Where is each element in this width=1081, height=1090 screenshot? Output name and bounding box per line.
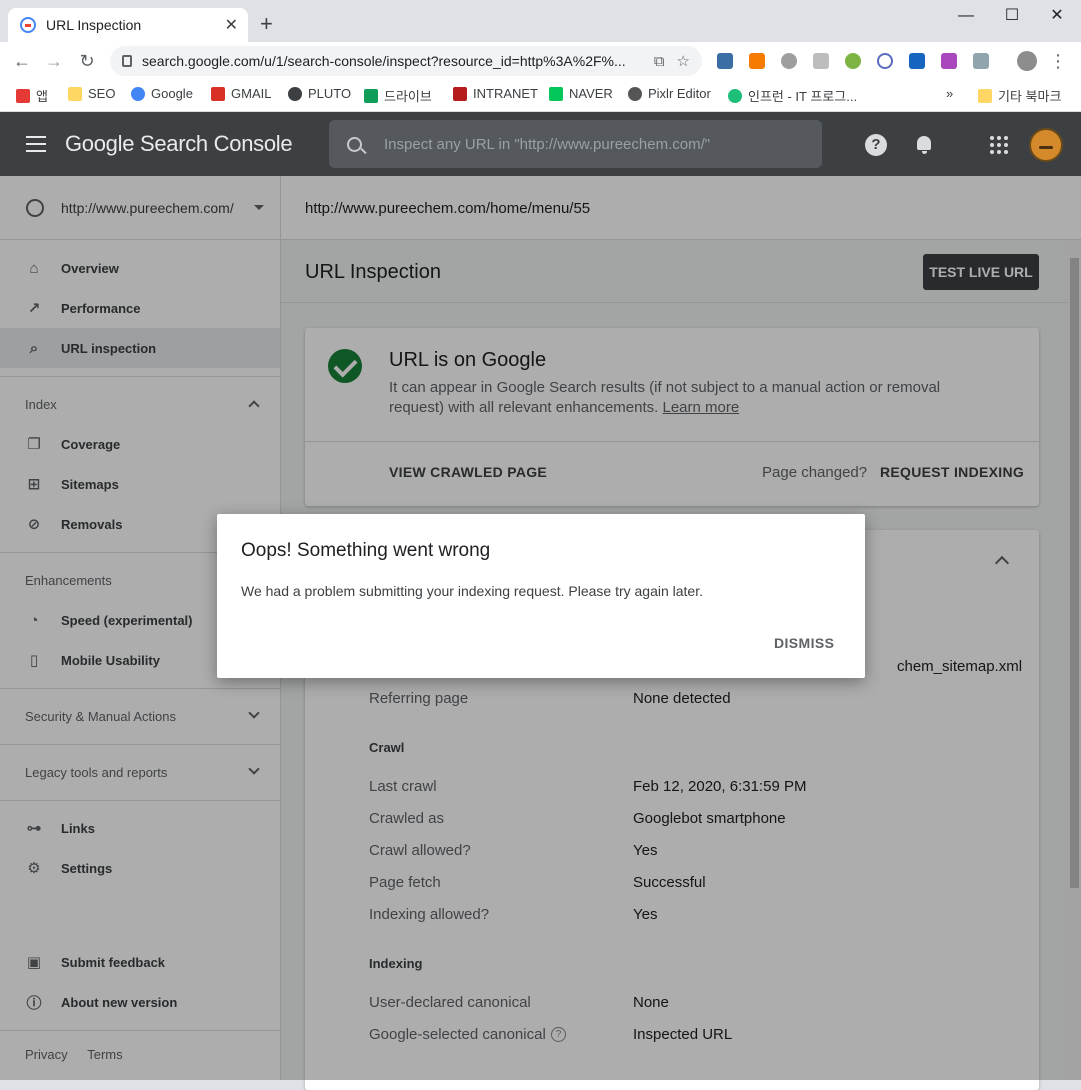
globe-icon bbox=[288, 86, 302, 101]
account-avatar[interactable] bbox=[1029, 128, 1063, 162]
naver-icon bbox=[549, 86, 563, 101]
bookmarks-overflow-icon[interactable]: » bbox=[946, 86, 953, 101]
bookmark-drive[interactable]: 드라이브 bbox=[364, 86, 432, 105]
inflearn-icon bbox=[728, 88, 742, 103]
lock-icon bbox=[122, 55, 132, 67]
error-dialog: Oops! Something went wrong We had a prob… bbox=[217, 514, 865, 678]
bookmark-pixlr[interactable]: Pixlr Editor bbox=[628, 86, 711, 101]
bookmark-naver[interactable]: NAVER bbox=[549, 86, 613, 101]
dismiss-button[interactable]: DISMISS bbox=[774, 635, 834, 651]
hamburger-menu-icon[interactable] bbox=[26, 136, 46, 152]
browser-tab[interactable]: URL Inspection ✕ bbox=[8, 8, 248, 42]
minimize-icon[interactable]: — bbox=[943, 6, 989, 26]
product-logo[interactable]: Google Search Console bbox=[65, 131, 293, 157]
url-inspect-search-input[interactable]: Inspect any URL in "http://www.pureechem… bbox=[329, 120, 822, 168]
bookmark-seo[interactable]: SEO bbox=[68, 86, 115, 101]
camera-extension-icon[interactable] bbox=[813, 53, 829, 69]
extension-icon[interactable] bbox=[749, 53, 765, 69]
search-console-favicon-icon bbox=[20, 17, 36, 33]
google-icon bbox=[131, 86, 145, 101]
extension-icon[interactable] bbox=[717, 53, 733, 69]
bookmark-intranet[interactable]: INTRANET bbox=[453, 86, 538, 101]
profile-avatar[interactable] bbox=[1017, 51, 1037, 71]
folder-icon bbox=[68, 86, 82, 101]
close-window-icon[interactable]: ✕ bbox=[1034, 6, 1080, 26]
extension-icon[interactable] bbox=[909, 53, 925, 69]
search-icon bbox=[347, 136, 362, 152]
dialog-message: We had a problem submitting your indexin… bbox=[241, 583, 703, 599]
maximize-icon[interactable]: ☐ bbox=[989, 6, 1035, 26]
extension-icon[interactable] bbox=[845, 53, 861, 69]
tab-title: URL Inspection bbox=[46, 17, 142, 33]
dialog-title: Oops! Something went wrong bbox=[241, 540, 491, 561]
address-url: search.google.com/u/1/search-console/ins… bbox=[142, 53, 626, 69]
google-apps-icon[interactable] bbox=[988, 134, 1010, 156]
apps-grid-icon bbox=[16, 88, 30, 103]
search-placeholder: Inspect any URL in "http://www.pureechem… bbox=[384, 135, 711, 153]
bookmark-inflearn[interactable]: 인프런 - IT 프로그... bbox=[728, 86, 857, 105]
bookmark-gmail[interactable]: GMAIL bbox=[211, 86, 271, 101]
intranet-icon bbox=[453, 86, 467, 101]
bookmark-apps[interactable]: 앱 bbox=[16, 86, 48, 105]
extension-icon[interactable] bbox=[877, 53, 893, 69]
browser-menu-icon[interactable]: ⋮ bbox=[1046, 50, 1070, 72]
browser-tab-bar: URL Inspection ✕ + — ☐ ✕ bbox=[0, 0, 1081, 42]
bookmark-pluto[interactable]: PLUTO bbox=[288, 86, 351, 101]
help-icon[interactable]: ? bbox=[865, 134, 887, 156]
bookmark-star-icon[interactable]: ☆ bbox=[677, 52, 690, 70]
address-bar[interactable]: search.google.com/u/1/search-console/ins… bbox=[110, 46, 702, 76]
reload-icon[interactable]: ↻ bbox=[75, 50, 99, 72]
bookmark-google[interactable]: Google bbox=[131, 86, 193, 101]
bookmark-other[interactable]: 기타 북마크 bbox=[978, 86, 1061, 105]
translate-icon[interactable]: ⧉ bbox=[654, 53, 665, 70]
pixlr-icon bbox=[628, 86, 642, 101]
folder-icon bbox=[978, 88, 992, 103]
close-tab-icon[interactable]: ✕ bbox=[225, 15, 238, 35]
new-tab-icon[interactable]: + bbox=[260, 12, 273, 36]
gmail-icon bbox=[211, 86, 225, 101]
extension-icon[interactable] bbox=[973, 53, 989, 69]
extension-icon[interactable] bbox=[941, 53, 957, 69]
notifications-bell-icon[interactable] bbox=[914, 134, 936, 156]
bookmarks-bar: 앱 SEO Google GMAIL PLUTO 드라이브 INTRANET N… bbox=[0, 80, 1081, 112]
browser-toolbar: ← → ↻ search.google.com/u/1/search-conso… bbox=[0, 42, 1081, 80]
back-icon[interactable]: ← bbox=[10, 50, 34, 72]
drive-icon bbox=[364, 88, 378, 103]
extension-icon[interactable] bbox=[781, 53, 797, 69]
forward-icon[interactable]: → bbox=[42, 50, 66, 72]
